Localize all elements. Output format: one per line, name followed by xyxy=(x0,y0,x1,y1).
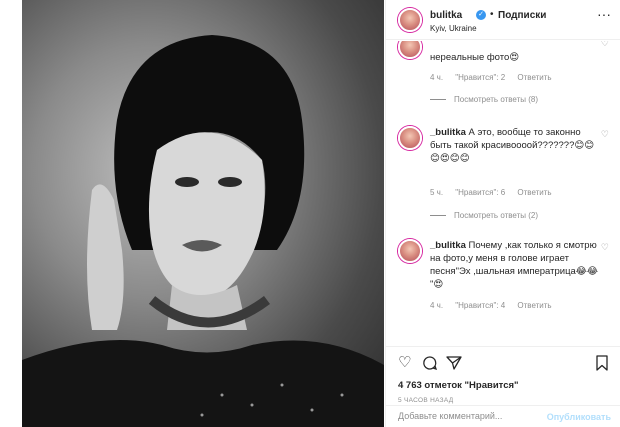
author-avatar[interactable] xyxy=(398,8,422,32)
comment-meta: 4 ч. "Нравится": 4 Ответить xyxy=(430,301,562,310)
comment-likes[interactable]: "Нравится": 2 xyxy=(455,73,505,82)
share-icon[interactable] xyxy=(446,355,462,375)
add-comment-bar: Опубликовать xyxy=(386,405,620,427)
comment-reply-button[interactable]: Ответить xyxy=(517,188,551,197)
following-button[interactable]: Подписки xyxy=(498,10,546,21)
comments-list[interactable]: нереальные фото😍 ♡ 4 ч. "Нравится": 2 От… xyxy=(386,41,620,346)
replies-divider-line xyxy=(430,215,446,217)
comment-likes[interactable]: "Нравится": 6 xyxy=(455,188,505,197)
comment-text: _bulitka А это, вообще то законно быть т… xyxy=(430,126,598,165)
post-time-ago: 5 ЧАСОВ НАЗАД xyxy=(398,397,454,404)
post-photo[interactable] xyxy=(22,0,384,427)
comment-time: 5 ч. xyxy=(430,188,444,197)
comment-reply-button[interactable]: Ответить xyxy=(517,301,551,310)
comment-text: нереальные фото😍 xyxy=(430,52,520,63)
verified-badge-icon: ✓ xyxy=(476,10,486,20)
post-header: bulitka ✓ • Подписки Kyiv, Ukraine ··· xyxy=(386,0,620,40)
comment-username[interactable]: _bulitka xyxy=(430,127,466,138)
view-replies-label: Посмотреть ответы (8) xyxy=(454,95,539,104)
post-actions: ♡ 4 763 отметок "Нравится" 5 ЧАСОВ НАЗАД… xyxy=(386,346,620,426)
comment-input[interactable] xyxy=(398,411,543,421)
likes-count[interactable]: 4 763 отметок "Нравится" xyxy=(398,380,519,391)
commenter-avatar[interactable] xyxy=(398,239,422,263)
heart-icon[interactable]: ♡ xyxy=(398,355,411,371)
portrait-illustration xyxy=(22,35,384,427)
post-location[interactable]: Kyiv, Ukraine xyxy=(430,24,477,33)
comment-time: 4 ч. xyxy=(430,301,444,310)
comment-likes[interactable]: "Нравится": 4 xyxy=(455,301,505,310)
view-replies-button[interactable]: Посмотреть ответы (8) xyxy=(430,95,538,104)
view-replies-label: Посмотреть ответы (2) xyxy=(454,211,539,220)
bookmark-icon[interactable] xyxy=(595,355,609,375)
publish-button[interactable]: Опубликовать xyxy=(547,412,611,422)
comment-like-heart-icon[interactable]: ♡ xyxy=(601,41,609,49)
commenter-avatar[interactable] xyxy=(398,126,422,150)
more-options-icon[interactable]: ··· xyxy=(597,7,611,21)
replies-divider-line xyxy=(430,99,446,101)
author-username[interactable]: bulitka xyxy=(430,10,462,21)
comment-text: _bulitka Почему ,как только я смотрю на … xyxy=(430,239,598,291)
comment-time: 4 ч. xyxy=(430,73,444,82)
comment-reply-button[interactable]: Ответить xyxy=(517,73,551,82)
post-side-panel: bulitka ✓ • Подписки Kyiv, Ukraine ··· н… xyxy=(385,0,620,427)
view-replies-button[interactable]: Посмотреть ответы (2) xyxy=(430,211,538,220)
comment-icon[interactable] xyxy=(422,355,438,375)
header-separator: • xyxy=(490,9,494,20)
comment-meta: 4 ч. "Нравится": 2 Ответить xyxy=(430,73,562,82)
instagram-post-view: bulitka ✓ • Подписки Kyiv, Ukraine ··· н… xyxy=(0,0,620,427)
comment-like-heart-icon[interactable]: ♡ xyxy=(601,129,609,140)
commenter-avatar[interactable] xyxy=(398,41,422,59)
comment-username[interactable]: _bulitka xyxy=(430,240,466,251)
comment-meta: 5 ч. "Нравится": 6 Ответить xyxy=(430,188,562,197)
comment-like-heart-icon[interactable]: ♡ xyxy=(601,242,609,253)
